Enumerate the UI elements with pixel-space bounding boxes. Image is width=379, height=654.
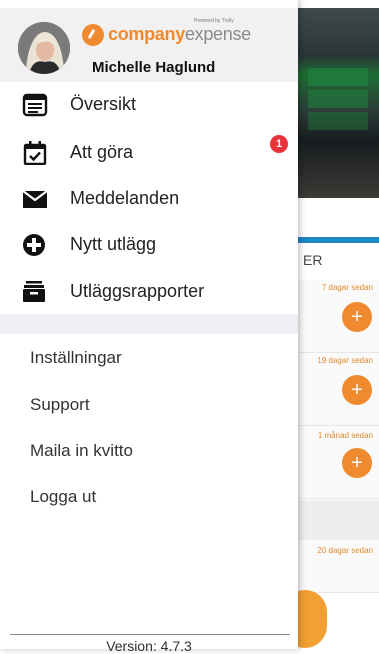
background-section-header: ER	[303, 252, 323, 268]
logout-link[interactable]: Logga ut	[30, 487, 96, 507]
background-list-item[interactable]: 1 månad sedan +	[290, 426, 379, 499]
background-item-add-button[interactable]: +	[342, 448, 372, 478]
support-link[interactable]: Support	[30, 395, 90, 415]
background-list-item[interactable]: 7 dagar sedan +	[290, 280, 379, 353]
archive-box-icon	[23, 281, 45, 302]
background-item-time: 1 månad sedan	[317, 431, 373, 440]
menu-item-oversikt[interactable]: Översikt	[0, 83, 298, 127]
background-item-add-button[interactable]: +	[342, 375, 372, 405]
menu-item-label: Översikt	[70, 94, 137, 114]
calendar-check-icon	[23, 141, 47, 165]
menu-section-divider	[0, 314, 298, 334]
menu-item-meddelanden[interactable]: Meddelanden	[0, 177, 298, 221]
navigation-drawer: companyexpense Powered by Trolly Michell…	[0, 0, 298, 654]
background-item-time: 7 dagar sedan	[321, 283, 373, 292]
company-logo: companyexpense Powered by Trolly	[82, 18, 251, 48]
menu-item-nytt-utlagg[interactable]: Nytt utlägg	[0, 223, 298, 267]
menu-item-att-gora[interactable]: Att göra	[0, 131, 298, 175]
menu-item-label: Nytt utlägg	[70, 234, 157, 254]
plus-circle-icon	[23, 234, 45, 256]
brand-powered-by: Powered by Trolly	[194, 18, 234, 24]
background-item-time: 20 dagar sedan	[317, 546, 373, 555]
email-receipt-link[interactable]: Maila in kvitto	[30, 441, 133, 461]
background-tab-indicator	[290, 237, 379, 243]
background-item-time: 19 dagar sedan	[317, 356, 373, 365]
user-name: Michelle Haglund	[92, 59, 216, 76]
todo-count-badge: 1	[270, 135, 288, 153]
brand-logo-icon	[82, 24, 104, 46]
background-item-add-button[interactable]: +	[342, 302, 372, 332]
avatar-photo-icon	[18, 22, 70, 74]
background-section-divider	[290, 500, 379, 540]
menu-item-utlaggsrapporter[interactable]: Utläggsrapporter	[0, 270, 298, 314]
background-list-item[interactable]: 19 dagar sedan +	[290, 353, 379, 426]
avatar[interactable]	[18, 22, 70, 74]
menu-item-label: Utläggsrapporter	[70, 281, 205, 301]
background-list-item[interactable]: 20 dagar sedan	[290, 540, 379, 593]
envelope-icon	[22, 190, 48, 208]
menu-item-label: Meddelanden	[70, 188, 180, 208]
menu-item-label: Att göra	[70, 142, 134, 162]
footer-divider	[10, 634, 290, 635]
drawer-header: companyexpense Powered by Trolly Michell…	[0, 8, 298, 82]
app-version: Version: 4.7.3	[106, 638, 192, 654]
settings-link[interactable]: Inställningar	[30, 348, 122, 368]
brand-wordmark: companyexpense	[108, 24, 251, 44]
background-hero-image	[290, 8, 379, 198]
calendar-list-icon	[22, 93, 48, 117]
